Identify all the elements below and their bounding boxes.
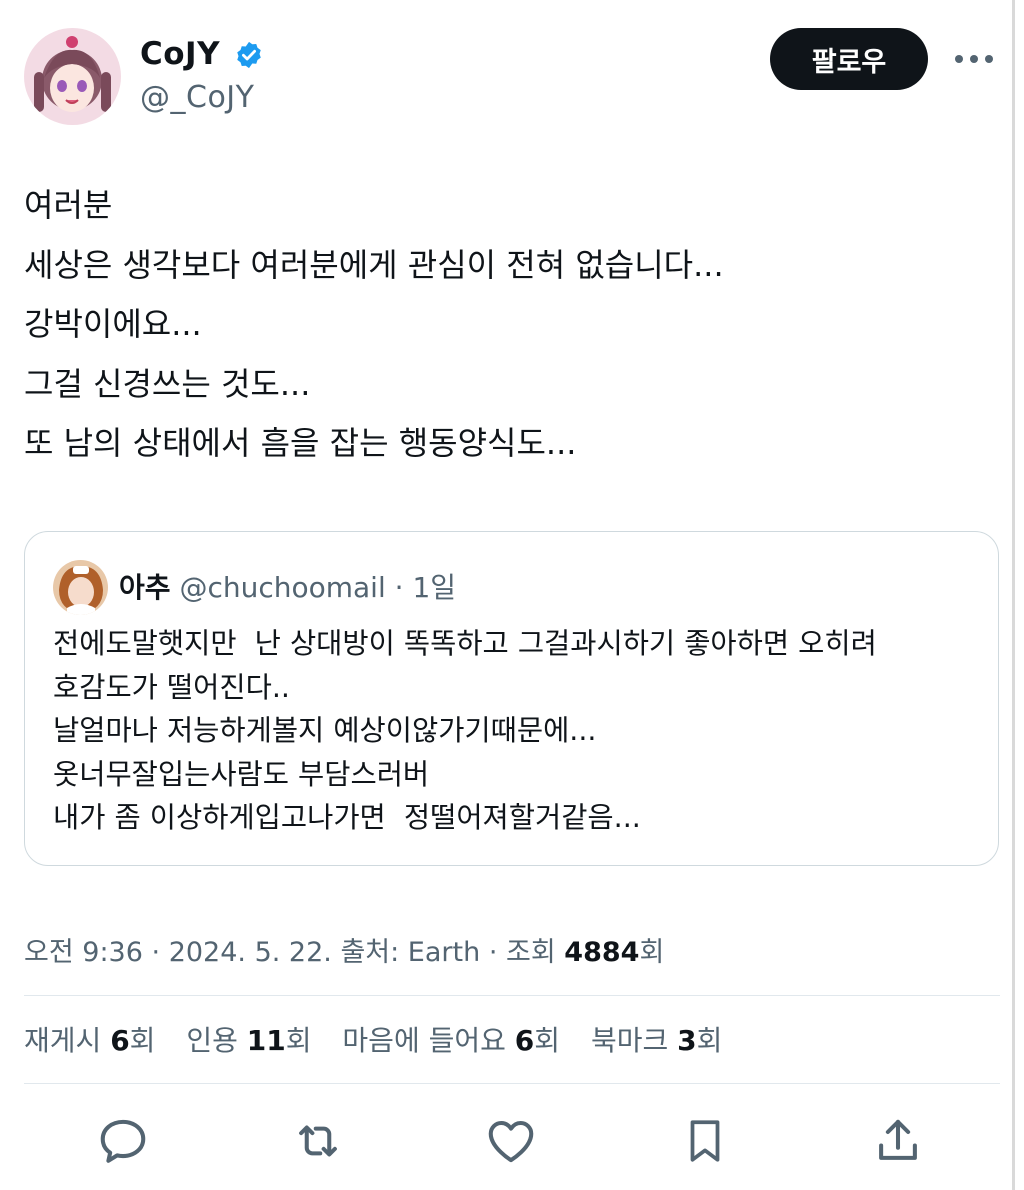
- quoted-tweet-line: 호감도가 떨어진다..: [53, 670, 290, 704]
- separator-dot: ·: [488, 937, 498, 968]
- tweet-line: 강박이에요...: [24, 305, 202, 343]
- bookmarks-unit: 회: [696, 1024, 723, 1057]
- quotes-count: 11: [246, 1024, 286, 1057]
- verified-badge-icon: [234, 40, 264, 70]
- tweet-line: 세상은 생각보다 여러분에게 관심이 전혀 없습니다...: [24, 245, 724, 284]
- follow-button[interactable]: 팔로우: [770, 28, 928, 90]
- share-icon[interactable]: [865, 1108, 931, 1174]
- bookmarks-count: 3: [677, 1024, 697, 1057]
- quoted-tweet-line: 옷너무잘입는사람도 부담스러버: [53, 757, 430, 791]
- author-display-name[interactable]: CoJY: [140, 36, 220, 72]
- reposts-stat[interactable]: 재게시 6회: [24, 1024, 155, 1057]
- bookmarks-label: 북마크: [590, 1024, 669, 1057]
- scrollbar[interactable]: [1012, 0, 1015, 1190]
- bookmark-icon[interactable]: [672, 1108, 738, 1174]
- likes-stat[interactable]: 마음에 들어요 6회: [342, 1024, 560, 1057]
- divider: [24, 995, 1000, 996]
- quoted-tweet-body: 전에도말햇지만 난 상대방이 똑똑하고 그걸과시하기 좋아하면 오히려 호감도가…: [53, 622, 983, 840]
- author-handle[interactable]: @_CoJY: [140, 80, 254, 115]
- reposts-count: 6: [110, 1024, 130, 1057]
- quotes-unit: 회: [285, 1024, 312, 1057]
- likes-unit: 회: [534, 1024, 561, 1057]
- quoted-author-avatar[interactable]: [53, 560, 108, 615]
- tweet-time[interactable]: 오전 9:36: [24, 937, 143, 968]
- bookmarks-stat[interactable]: 북마크 3회: [591, 1024, 722, 1057]
- tweet-metadata: 오전 9:36 · 2024. 5. 22. 출처: Earth · 조회 48…: [24, 930, 664, 969]
- likes-label: 마음에 들어요: [342, 1024, 506, 1057]
- reposts-label: 재게시: [24, 1024, 102, 1057]
- divider: [24, 1083, 1000, 1084]
- tweet-date[interactable]: 2024. 5. 22.: [169, 937, 332, 968]
- likes-count: 6: [514, 1024, 535, 1057]
- tweet-body: 여러분 세상은 생각보다 여러분에게 관심이 전혀 없습니다... 강박이에요.…: [24, 176, 984, 474]
- quoted-tweet-line: 내가 좀 이상하게입고나가면 정떨어져할거같음...: [53, 801, 641, 834]
- quoted-tweet-line: 전에도말햇지만 난 상대방이 똑똑하고 그걸과시하기 좋아하면 오히려: [53, 627, 877, 660]
- separator-dot: ·: [394, 571, 404, 604]
- quoted-author-name[interactable]: 아추: [119, 571, 171, 604]
- quoted-tweet-card[interactable]: 아추 @chuchoomail · 1일 전에도말햇지만 난 상대방이 똑똑하고…: [24, 531, 999, 866]
- reposts-unit: 회: [129, 1024, 156, 1057]
- quotes-stat[interactable]: 인용 11회: [186, 1024, 311, 1057]
- quoted-tweet-time[interactable]: 1일: [412, 571, 456, 604]
- tweet-line: 그걸 신경쓰는 것도...: [24, 364, 311, 403]
- tweet-header: CoJY @_CoJY 팔로우: [24, 28, 1004, 128]
- quoted-author-handle[interactable]: @chuchoomail: [179, 571, 385, 604]
- views-count: 4884: [564, 937, 640, 968]
- like-icon[interactable]: [478, 1108, 544, 1174]
- tweet-line: 여러분: [24, 186, 113, 224]
- author-avatar[interactable]: [24, 28, 121, 125]
- separator-dot: ·: [151, 937, 161, 968]
- views-unit: 회: [639, 937, 665, 968]
- quoted-tweet-line: 날얼마나 저능하게볼지 예상이않가기때문에...: [53, 714, 597, 747]
- tweet-source: 출처: Earth: [340, 937, 481, 968]
- more-options-icon[interactable]: [952, 44, 996, 74]
- repost-icon[interactable]: [285, 1108, 351, 1174]
- action-bar: [0, 1108, 1024, 1174]
- engagement-stats: 재게시 6회 인용 11회 마음에 들어요 6회 북마크 3회: [24, 1019, 744, 1059]
- quotes-label: 인용: [186, 1024, 238, 1057]
- tweet-line: 또 남의 상태에서 흠을 잡는 행동양식도...: [24, 424, 577, 462]
- reply-icon[interactable]: [90, 1108, 156, 1174]
- quoted-tweet-header: 아추 @chuchoomail · 1일: [119, 566, 456, 606]
- views-label: 조회: [506, 937, 556, 968]
